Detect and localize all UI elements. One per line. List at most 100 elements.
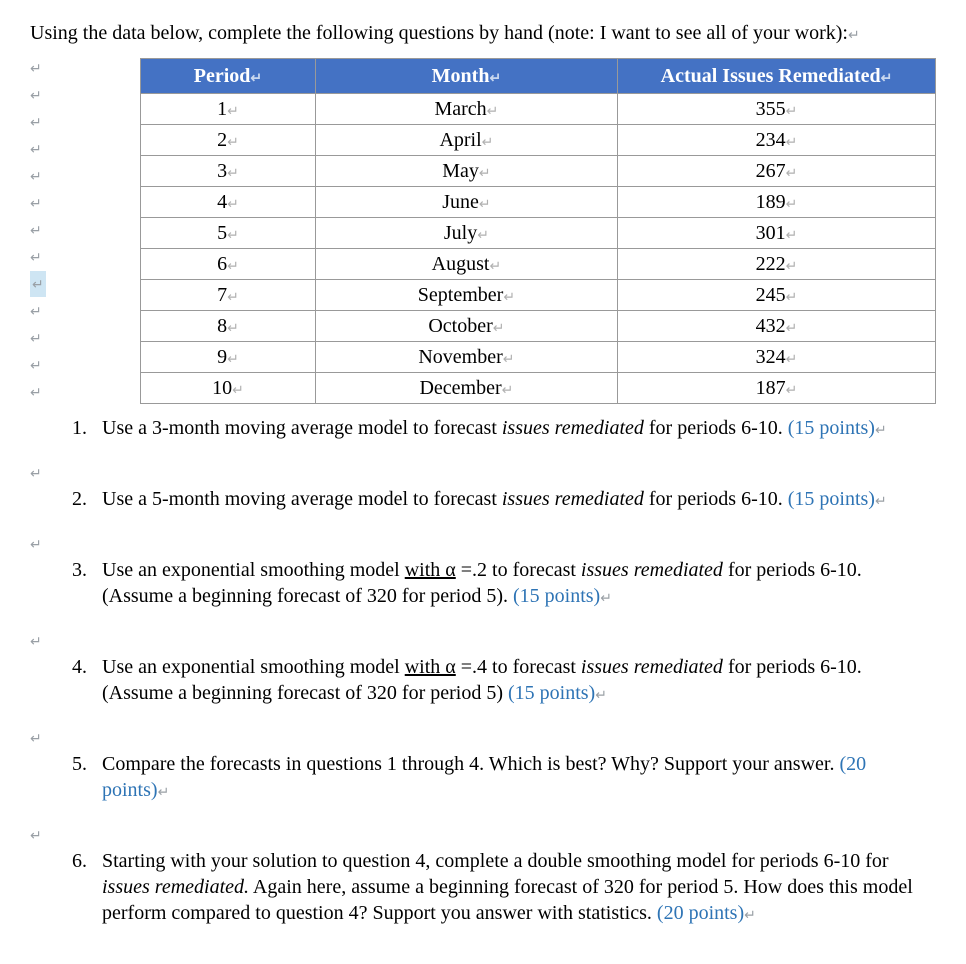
paragraph-mark-icon: ↵	[503, 288, 515, 304]
table-cell: 187↵	[617, 373, 935, 404]
table-cell: 234↵	[617, 125, 935, 156]
paragraph-mark-icon: ↵	[786, 164, 798, 180]
question-list: Use a 3-month moving average model to fo…	[30, 415, 936, 441]
paragraph-mark-icon: ↵	[786, 319, 798, 335]
margin-marks: ↵ ↵ ↵ ↵ ↵ ↵ ↵ ↵ ↵ ↵ ↵ ↵ ↵	[30, 54, 85, 405]
table-cell: November↵	[315, 342, 617, 373]
q4-text-b: =.4 to forecast	[456, 656, 581, 678]
table-cell: 432↵	[617, 311, 935, 342]
paragraph-mark-icon: ↵	[503, 350, 515, 366]
paragraph-mark-icon: ↵	[30, 271, 46, 297]
table-cell: 189↵	[617, 187, 935, 218]
table-cell: May↵	[315, 156, 617, 187]
table-cell: March↵	[315, 94, 617, 125]
table-cell: 6↵	[141, 249, 316, 280]
table-cell: 9↵	[141, 342, 316, 373]
q6-text: Starting with your solution to question …	[102, 850, 889, 872]
data-table: Period↵ Month↵ Actual Issues Remediated↵…	[140, 58, 936, 404]
col-period: Period↵	[141, 59, 316, 94]
table-cell: December↵	[315, 373, 617, 404]
q4-underline: with α	[405, 656, 456, 678]
paragraph-mark-icon: ↵	[786, 288, 798, 304]
paragraph-mark-icon: ↵	[479, 164, 491, 180]
paragraph-mark-icon: ↵	[786, 257, 798, 273]
paragraph-mark-icon: ↵	[30, 82, 42, 108]
paragraph-mark-icon: ↵	[227, 288, 239, 304]
table-cell: 2↵	[141, 125, 316, 156]
paragraph-mark-icon: ↵	[30, 628, 42, 654]
paragraph-mark-icon: ↵	[30, 55, 42, 81]
q3-points: (15 points)	[513, 585, 600, 607]
table-cell: 7↵	[141, 280, 316, 311]
q3-text-b: =.2 to forecast	[456, 559, 581, 581]
q2-points: (15 points)	[788, 488, 875, 510]
table-cell: 324↵	[617, 342, 935, 373]
paragraph-mark-icon: ↵	[881, 69, 893, 85]
table-row: 1↵March↵355↵	[141, 94, 936, 125]
paragraph-mark-icon: ↵	[227, 319, 239, 335]
paragraph-mark-icon: ↵	[30, 379, 42, 405]
paragraph-mark-icon: ↵	[30, 352, 42, 378]
table-cell: 5↵	[141, 218, 316, 249]
table-cell: 222↵	[617, 249, 935, 280]
paragraph-mark-icon: ↵	[30, 725, 42, 751]
paragraph-mark-icon: ↵	[786, 102, 798, 118]
paragraph-mark-icon: ↵	[848, 26, 860, 42]
paragraph-mark-icon: ↵	[30, 163, 42, 189]
paragraph-mark-icon: ↵	[227, 164, 239, 180]
question-list: Compare the forecasts in questions 1 thr…	[30, 751, 936, 803]
table-header-row: Period↵ Month↵ Actual Issues Remediated↵	[141, 59, 936, 94]
paragraph-mark-icon: ↵	[595, 686, 607, 702]
paragraph-mark-icon: ↵	[30, 531, 42, 557]
paragraph-mark-icon: ↵	[786, 381, 798, 397]
paragraph-mark-icon: ↵	[489, 257, 501, 273]
paragraph-mark-icon: ↵	[227, 133, 239, 149]
q3-text: Use an exponential smoothing model	[102, 559, 405, 581]
intro-content: Using the data below, complete the follo…	[30, 22, 848, 44]
table-cell: 245↵	[617, 280, 935, 311]
table-cell: September↵	[315, 280, 617, 311]
q1-text: Use a 3-month moving average model to fo…	[102, 417, 502, 439]
paragraph-mark-icon: ↵	[30, 136, 42, 162]
paragraph-mark-icon: ↵	[30, 217, 42, 243]
paragraph-mark-icon: ↵	[479, 195, 491, 211]
question-list: Use an exponential smoothing model with …	[30, 654, 936, 706]
question-list: Use an exponential smoothing model with …	[30, 557, 936, 609]
question-5: Compare the forecasts in questions 1 thr…	[92, 751, 936, 803]
q1-italic: issues remediated	[502, 417, 644, 439]
q6-points: (20 points)	[657, 902, 744, 924]
paragraph-mark-icon: ↵	[30, 822, 42, 848]
paragraph-mark-icon: ↵	[744, 906, 756, 922]
paragraph-mark-icon: ↵	[493, 319, 505, 335]
paragraph-mark-icon: ↵	[30, 298, 42, 324]
question-3: Use an exponential smoothing model with …	[92, 557, 936, 609]
q4-italic: issues remediated	[581, 656, 723, 678]
q2-text: Use a 5-month moving average model to fo…	[102, 488, 502, 510]
q4-points: (15 points)	[508, 682, 595, 704]
table-cell: 301↵	[617, 218, 935, 249]
table-row: 3↵May↵267↵	[141, 156, 936, 187]
table-row: 10↵December↵187↵	[141, 373, 936, 404]
paragraph-mark-icon: ↵	[786, 226, 798, 242]
table-row: 7↵September↵245↵	[141, 280, 936, 311]
table-cell: 3↵	[141, 156, 316, 187]
q2-italic: issues remediated	[502, 488, 644, 510]
paragraph-mark-icon: ↵	[487, 102, 499, 118]
question-2: Use a 5-month moving average model to fo…	[92, 486, 936, 512]
paragraph-mark-icon: ↵	[227, 226, 239, 242]
paragraph-mark-icon: ↵	[477, 226, 489, 242]
table-cell: 267↵	[617, 156, 935, 187]
paragraph-mark-icon: ↵	[502, 381, 514, 397]
paragraph-mark-icon: ↵	[250, 69, 262, 85]
q5-text: Compare the forecasts in questions 1 thr…	[102, 753, 839, 775]
table-cell: 1↵	[141, 94, 316, 125]
q1-text-b: for periods 6-10.	[644, 417, 788, 439]
table-row: 2↵April↵234↵	[141, 125, 936, 156]
question-list: Starting with your solution to question …	[30, 848, 936, 926]
table-row: 4↵June↵189↵	[141, 187, 936, 218]
q4-text: Use an exponential smoothing model	[102, 656, 405, 678]
table-row: 8↵October↵432↵	[141, 311, 936, 342]
paragraph-mark-icon: ↵	[30, 460, 42, 486]
paragraph-mark-icon: ↵	[489, 69, 501, 85]
paragraph-mark-icon: ↵	[158, 783, 170, 799]
